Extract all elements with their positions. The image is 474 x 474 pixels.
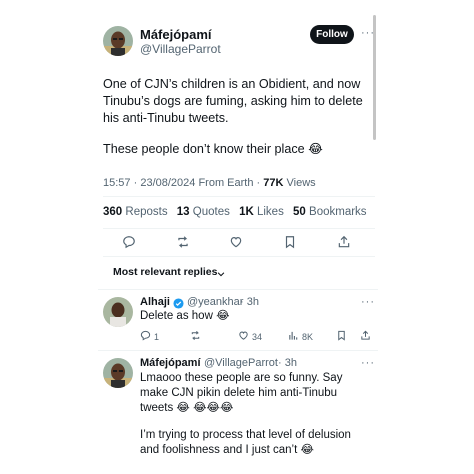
divider <box>103 196 375 197</box>
repost-action[interactable] <box>190 330 201 343</box>
chevron-down-icon[interactable] <box>216 266 226 284</box>
tweet-body-paragraph: One of CJN’s children is an Obidient, an… <box>103 77 363 125</box>
meta-separator: · <box>133 177 138 189</box>
likes-stat[interactable]: 1K Likes <box>239 206 284 218</box>
tweet-date[interactable]: 23/08/2024 <box>140 177 195 189</box>
bookmark-action[interactable] <box>336 330 347 343</box>
engagement-stats: 360 Reposts 13 Quotes 1K Likes 50 Bookma… <box>103 206 367 218</box>
views-count: 77K <box>263 177 284 189</box>
reply-time[interactable]: · 3h <box>240 296 259 308</box>
author-handle[interactable]: @VillageParrot <box>140 42 221 56</box>
tweet-meta: 15:57 · 23/08/2024 From Earth · 77K View… <box>103 177 316 189</box>
divider <box>103 228 375 229</box>
reply-icon[interactable] <box>122 235 136 249</box>
more-options-icon[interactable]: ··· <box>361 27 375 39</box>
bookmarks-label: Bookmarks <box>309 206 367 218</box>
more-options-icon[interactable]: ··· <box>361 296 375 308</box>
bookmark-icon[interactable] <box>336 330 347 343</box>
reply-author-name[interactable]: Máfejópamí <box>140 357 201 369</box>
divider <box>98 289 378 290</box>
reply-author-handle[interactable]: @VillageParrot <box>204 357 278 369</box>
views-count: 8K <box>302 331 314 342</box>
like-action[interactable]: 34 <box>238 330 262 343</box>
tweet-time[interactable]: 15:57 <box>103 177 131 189</box>
like-count: 34 <box>252 331 263 342</box>
quotes-count: 13 <box>176 206 190 218</box>
bookmarks-count: 50 <box>293 206 306 218</box>
reply-text: Delete as how 😂 <box>140 310 230 322</box>
reply-avatar[interactable] <box>103 297 133 327</box>
likes-label: Likes <box>256 206 284 218</box>
divider <box>98 350 378 351</box>
quotes-stat[interactable]: 13 Quotes <box>177 206 230 218</box>
meta-separator: · <box>256 177 261 189</box>
quotes-label: Quotes <box>192 206 230 218</box>
reposts-label: Reposts <box>125 206 168 218</box>
follow-button[interactable]: Follow <box>310 25 354 44</box>
reply-author-handle[interactable]: @yeankhar <box>187 296 243 308</box>
more-options-icon[interactable]: ··· <box>361 357 375 369</box>
reposts-stat[interactable]: 360 Reposts <box>103 206 168 218</box>
reply-icon[interactable] <box>140 330 151 343</box>
share-icon[interactable] <box>337 235 351 249</box>
like-icon[interactable] <box>229 235 243 249</box>
author-name[interactable]: Máfejópamí <box>140 27 212 42</box>
reply-sort-label[interactable]: Most relevant replies <box>113 266 217 278</box>
share-action[interactable] <box>360 330 371 343</box>
views-action[interactable]: 8K <box>288 330 313 343</box>
reposts-count: 360 <box>103 206 123 218</box>
reply-action[interactable]: 1 <box>140 330 159 343</box>
tweet-source: From Earth <box>198 177 254 189</box>
share-icon[interactable] <box>360 330 371 343</box>
author-avatar[interactable] <box>103 26 133 56</box>
like-icon[interactable] <box>238 330 249 343</box>
reply-text: Lmaooo these people are so funny. Say ma… <box>140 372 343 414</box>
tweet-body-paragraph: These people don’t know their place 😂 <box>103 142 323 156</box>
views-label: Views <box>286 177 316 189</box>
repost-icon[interactable] <box>176 235 190 249</box>
reply-time[interactable]: · 3h <box>278 357 297 369</box>
reply-text: I’m trying to process that level of delu… <box>140 429 351 456</box>
likes-count: 1K <box>239 206 254 218</box>
divider <box>103 256 375 257</box>
bookmarks-stat[interactable]: 50 Bookmarks <box>293 206 367 218</box>
bookmark-icon[interactable] <box>283 235 297 249</box>
views-icon[interactable] <box>288 330 299 343</box>
repost-icon[interactable] <box>190 330 201 343</box>
reply-author-name[interactable]: Alhaji <box>140 296 170 308</box>
reply-avatar[interactable] <box>103 358 133 388</box>
reply-count: 1 <box>154 331 160 342</box>
